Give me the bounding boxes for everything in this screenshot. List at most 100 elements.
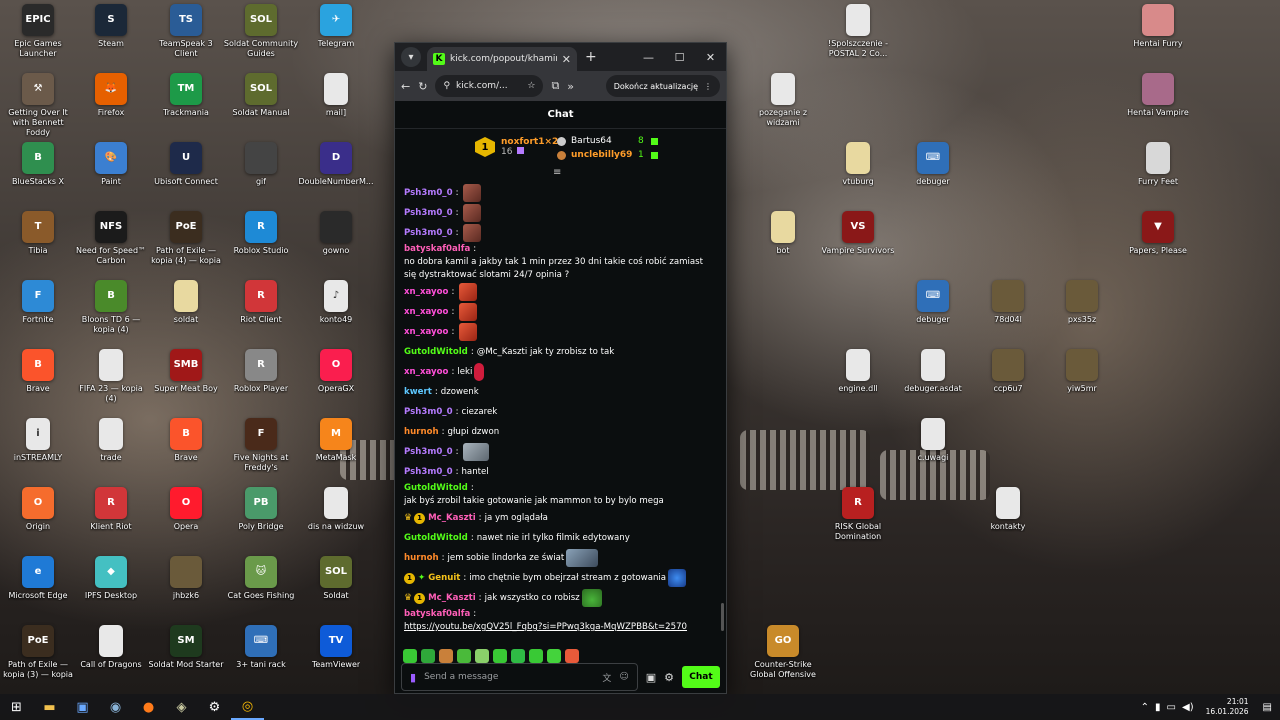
- desktop-icon[interactable]: ✈ Telegram: [298, 4, 374, 70]
- chat-username[interactable]: hurnoh: [404, 426, 439, 439]
- desktop-icon[interactable]: SOL Soldat Manual: [223, 73, 299, 139]
- settings-taskbar-icon[interactable]: ⚙: [198, 694, 231, 720]
- desktop-icon[interactable]: S Steam: [73, 4, 149, 70]
- chat-username[interactable]: Psh3m0_0: [404, 227, 453, 240]
- kebab-menu-icon[interactable]: ⋮: [704, 82, 712, 91]
- desktop-icon[interactable]: TV TeamViewer: [298, 625, 374, 691]
- desktop-icon[interactable]: PoE Path of Exile — kopia (4) — kopia: [148, 211, 224, 277]
- browser-tab[interactable]: K kick.com/popout/khamires/cha ✕: [427, 47, 577, 71]
- chat-username[interactable]: Psh3m0_0: [404, 207, 453, 220]
- desktop-icon[interactable]: yiw5mr: [1044, 349, 1120, 415]
- desktop-icon[interactable]: jhbzk6: [148, 556, 224, 622]
- desktop-icon[interactable]: SMB Super Meat Boy: [148, 349, 224, 415]
- volume-icon[interactable]: ◀): [1182, 702, 1194, 713]
- desktop-icon[interactable]: SOL Soldat Community Guides: [223, 4, 299, 70]
- settings-gear-icon[interactable]: ⚙: [664, 671, 674, 684]
- desktop-icon[interactable]: TM Trackmania: [148, 73, 224, 139]
- desktop-icon[interactable]: PoE Path of Exile — kopia (3) — kopia: [0, 625, 76, 691]
- leaderboard-row[interactable]: unclebilly69 1: [557, 150, 658, 160]
- desktop-icon[interactable]: Furry Feet: [1120, 142, 1196, 208]
- chat-username[interactable]: Psh3m0_0: [404, 187, 453, 200]
- close-window-button[interactable]: ✕: [695, 43, 726, 71]
- desktop-icon[interactable]: ⌨ debuger: [895, 280, 971, 346]
- desktop-icon[interactable]: B Brave: [0, 349, 76, 415]
- desktop-icon[interactable]: O Origin: [0, 487, 76, 553]
- translate-icon[interactable]: 文: [602, 671, 611, 684]
- chat-username[interactable]: Psh3m0_0: [404, 446, 453, 459]
- browser-window[interactable]: ▾ K kick.com/popout/khamires/cha ✕ + — ☐…: [394, 42, 727, 694]
- desktop-icon[interactable]: e Microsoft Edge: [0, 556, 76, 622]
- desktop-icon[interactable]: R Roblox Player: [223, 349, 299, 415]
- chat-username[interactable]: Psh3m0_0: [404, 466, 453, 479]
- top-gifter[interactable]: 1 noxfort1×2 16: [475, 137, 558, 157]
- address-bar[interactable]: ⚲ kick.com/... ☆: [435, 75, 544, 97]
- desktop-icon[interactable]: !Spolszczenie - POSTAL 2 Co...: [820, 4, 896, 70]
- reload-icon[interactable]: ↻: [418, 80, 427, 93]
- emote-button[interactable]: [457, 649, 471, 663]
- desktop-icon[interactable]: ⚒ Getting Over It with Bennett Foddy: [0, 73, 76, 139]
- emoji-picker-icon[interactable]: ☺: [619, 672, 628, 682]
- game-taskbar-icon[interactable]: ◈: [165, 694, 198, 720]
- chat-username[interactable]: GutoldWitold: [404, 482, 468, 495]
- tab-search-icon[interactable]: ▾: [401, 47, 421, 67]
- desktop-icon[interactable]: bot: [745, 211, 821, 277]
- extensions-icon[interactable]: ⧉: [551, 79, 559, 93]
- desktop-icon[interactable]: dis na widzuw: [298, 487, 374, 553]
- mic-icon[interactable]: ▮: [410, 671, 416, 684]
- desktop-icon[interactable]: U Ubisoft Connect: [148, 142, 224, 208]
- emote-button[interactable]: [565, 649, 579, 663]
- desktop-icon[interactable]: O Opera: [148, 487, 224, 553]
- desktop-icon[interactable]: kontakty: [970, 487, 1046, 553]
- desktop-icon[interactable]: pozeganie z widzami: [745, 73, 821, 139]
- desktop-icon[interactable]: M MetaMask: [298, 418, 374, 484]
- desktop-icon[interactable]: vtuburg: [820, 142, 896, 208]
- close-tab-icon[interactable]: ✕: [562, 53, 571, 66]
- desktop-icon[interactable]: ♪ konto49: [298, 280, 374, 346]
- desktop-icon[interactable]: EPIC Epic Games Launcher: [0, 4, 76, 70]
- overflow-chevrons-icon[interactable]: »: [567, 80, 574, 93]
- emote-button[interactable]: [547, 649, 561, 663]
- send-chat-button[interactable]: Chat: [682, 666, 720, 688]
- file-explorer-icon[interactable]: ▬: [33, 694, 66, 720]
- desktop-icon[interactable]: 78d04l: [970, 280, 1046, 346]
- desktop-icon[interactable]: R RISK Global Domination: [820, 487, 896, 553]
- chat-username[interactable]: GutoldWitold: [404, 346, 468, 359]
- firefox-taskbar-icon[interactable]: ●: [132, 694, 165, 720]
- desktop-icon[interactable]: GO Counter-Strike Global Offensive: [745, 625, 821, 691]
- desktop-icon[interactable]: trade: [73, 418, 149, 484]
- desktop-icon[interactable]: ▼ Papers, Please: [1120, 211, 1196, 277]
- chat-username[interactable]: batyskaf0alfa: [404, 608, 470, 621]
- desktop-icon[interactable]: R Klient Riot: [73, 487, 149, 553]
- minimize-button[interactable]: —: [633, 43, 664, 71]
- emote-button[interactable]: [529, 649, 543, 663]
- clock[interactable]: 21:01 16.01.2026: [1206, 697, 1249, 717]
- emote-button[interactable]: [475, 649, 489, 663]
- desktop-icon[interactable]: 🦊 Firefox: [73, 73, 149, 139]
- desktop-icon[interactable]: F Five Nights at Freddy's: [223, 418, 299, 484]
- chat-username[interactable]: Genuit: [428, 572, 460, 585]
- chat-username[interactable]: xn_xayoo: [404, 326, 448, 339]
- desktop-icon[interactable]: B Bloons TD 6 — kopia (4): [73, 280, 149, 346]
- desktop-icon[interactable]: i inSTREAMLY: [0, 418, 76, 484]
- emote-button[interactable]: [421, 649, 435, 663]
- chat-username[interactable]: Mc_Kaszti: [428, 512, 476, 525]
- microphone-tray-icon[interactable]: ▮: [1155, 702, 1161, 713]
- desktop-icon[interactable]: ◆ IPFS Desktop: [73, 556, 149, 622]
- chat-username[interactable]: hurnoh: [404, 552, 439, 565]
- update-button[interactable]: Dokończ aktualizację ⋮: [605, 75, 720, 97]
- desktop-icon[interactable]: Call of Dragons: [73, 625, 149, 691]
- desktop-icon[interactable]: Hentai Vampire: [1120, 73, 1196, 139]
- desktop-icon[interactable]: SOL Soldat: [298, 556, 374, 622]
- new-tab-icon[interactable]: +: [585, 49, 597, 65]
- desktop-icon[interactable]: c.uwagi: [895, 418, 971, 484]
- desktop-icon[interactable]: VS Vampire Survivors: [820, 211, 896, 277]
- desktop-icon[interactable]: debuger.asdat: [895, 349, 971, 415]
- network-icon[interactable]: ▭: [1167, 702, 1176, 713]
- desktop-icon[interactable]: D DoubleNumberM...: [298, 142, 374, 208]
- desktop-icon[interactable]: R Riot Client: [223, 280, 299, 346]
- chat-username[interactable]: xn_xayoo: [404, 366, 448, 379]
- chat-username[interactable]: xn_xayoo: [404, 306, 448, 319]
- emote-button[interactable]: [439, 649, 453, 663]
- desktop-icon[interactable]: Hentai Furry: [1120, 4, 1196, 70]
- desktop-icon[interactable]: pxs35z: [1044, 280, 1120, 346]
